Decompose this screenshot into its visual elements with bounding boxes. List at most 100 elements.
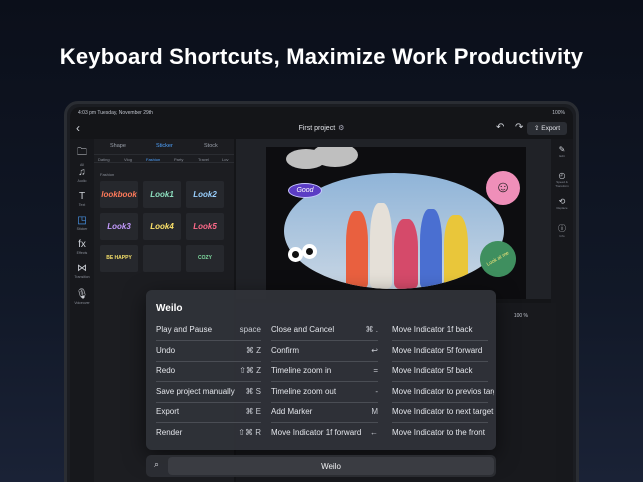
info-icon: ⓘ xyxy=(558,224,566,233)
person-figure xyxy=(346,211,368,289)
tool-label: Edit xyxy=(559,154,565,158)
project-title-label: First project xyxy=(298,125,336,132)
category-heading: Fashion xyxy=(100,172,115,177)
sticker-item[interactable]: COZY xyxy=(186,245,224,272)
folder-icon: 🗀 xyxy=(77,147,87,158)
eyes-sticker[interactable] xyxy=(288,244,318,263)
shortcut-key: ⌘ Z xyxy=(245,345,261,355)
shortcut-action: Move Indicator to next target xyxy=(392,407,494,416)
battery-level: 100% xyxy=(552,110,565,116)
tool-label: Speed & Transform xyxy=(555,180,569,188)
category-fashion[interactable]: Fashion xyxy=(146,157,160,162)
eye-shape xyxy=(288,247,303,262)
sticker-item[interactable]: Look3 xyxy=(100,213,138,240)
tool-folder[interactable]: 🗀 All xyxy=(70,145,94,167)
shortcut-action: Move Indicator to previos targ xyxy=(392,386,494,396)
category-dating[interactable]: Dating xyxy=(98,157,110,162)
shortcut-action: Move Indicator 5f forward xyxy=(392,345,483,355)
sticker-item[interactable]: Look2 xyxy=(186,181,224,208)
pupil-shape xyxy=(292,251,299,258)
tool-voiceover[interactable]: 🎙 Voiceover xyxy=(70,289,94,305)
tool-effects[interactable]: fx Effects xyxy=(70,239,94,255)
status-bar: 4:03 pm Tuesday, November 29th 100% xyxy=(78,110,565,118)
shortcut-key: ⌘ S xyxy=(245,386,261,396)
asset-tabs: Shape Sticker Stock xyxy=(94,141,234,153)
tool-transition[interactable]: ⋈ Transition xyxy=(70,263,94,279)
tab-sticker[interactable]: Sticker xyxy=(156,143,173,149)
status-time: 4:03 pm Tuesday, November 29th xyxy=(78,110,153,116)
shortcut-key: M xyxy=(371,407,378,416)
shortcut-key: ↩ xyxy=(371,345,378,355)
tab-stock[interactable]: Stock xyxy=(204,143,218,149)
tab-shape[interactable]: Shape xyxy=(110,143,126,149)
shortcut-key: ⇧⌘ Z xyxy=(239,366,261,375)
zoom-readout: 100 % xyxy=(513,313,528,319)
tool-label: Replace xyxy=(556,206,568,210)
tool-label: Voiceover xyxy=(74,301,90,305)
sticker-item[interactable]: Look4 xyxy=(143,213,181,240)
shortcut-key: - xyxy=(375,386,378,396)
shortcut-key: space xyxy=(239,325,261,334)
tool-label: Effects xyxy=(76,251,88,255)
tool-info[interactable]: ⓘ Info xyxy=(551,223,573,238)
person-figure xyxy=(370,203,392,289)
search-icon: ⌕ xyxy=(154,459,160,469)
tool-label: Sticker xyxy=(76,227,88,231)
category-vlog[interactable]: Vlog xyxy=(124,157,132,162)
effects-icon: fx xyxy=(78,239,86,250)
sticker-item[interactable]: Look1 xyxy=(143,181,181,208)
top-toolbar: ‹ First project ⚙ ↶ ↷ ⇪ Export xyxy=(70,119,573,139)
music-icon: ♫ xyxy=(78,167,86,178)
tool-edit[interactable]: ✎ Edit xyxy=(551,145,573,158)
good-sticker[interactable]: Good xyxy=(288,183,322,198)
sticker-item[interactable]: BE HAPPY xyxy=(100,245,138,272)
text-icon: T xyxy=(78,191,86,202)
shortcut-key: = xyxy=(373,366,378,375)
gear-icon[interactable]: ⚙ xyxy=(338,125,344,132)
person-figure xyxy=(394,219,418,289)
shortcut-key: ⌘ . xyxy=(365,325,378,334)
redo-icon[interactable]: ↷ xyxy=(515,122,523,133)
tool-label: Transition xyxy=(74,275,90,279)
smiley-sticker[interactable]: ☺ xyxy=(486,171,520,205)
category-love[interactable]: Lov xyxy=(222,157,228,162)
tool-label: Text xyxy=(78,203,86,207)
transition-icon: ⋈ xyxy=(77,263,87,274)
left-tool-column: 🗀 All ♫ Audio T Text ◳ Sticker fx Effects ⋈ Tr… xyxy=(70,139,94,482)
export-label: Export xyxy=(541,125,561,132)
sticker-item[interactable]: lookbook xyxy=(100,181,138,208)
microphone-icon: 🎙 xyxy=(75,289,89,300)
tool-text[interactable]: T Text xyxy=(70,191,94,207)
tool-replace[interactable]: ⟲ Replace xyxy=(551,197,573,210)
shortcut-key: ⌘ E xyxy=(245,407,261,416)
shortcut-action: Move Indicator 5f back xyxy=(392,366,473,375)
shortcut-key: ⇧⌘ R xyxy=(238,427,261,437)
edit-icon: ✎ xyxy=(558,145,566,154)
person-figure xyxy=(444,215,468,289)
tool-audio[interactable]: ♫ Audio xyxy=(70,167,94,183)
replace-icon: ⟲ xyxy=(558,197,566,206)
speed-icon: ◴ xyxy=(558,171,566,180)
export-button[interactable]: ⇪ Export xyxy=(527,122,567,135)
video-preview: Good ☺ Look at me xyxy=(236,139,556,299)
shortcut-action: Move Indicator to the front xyxy=(392,427,485,437)
tool-label: Info xyxy=(559,234,565,238)
page-headline: Keyboard Shortcuts, Maximize Work Produc… xyxy=(59,44,584,69)
sticker-icon: ◳ xyxy=(77,215,87,226)
sticker-item[interactable] xyxy=(143,245,181,272)
pupil-shape xyxy=(306,248,313,255)
search-input[interactable] xyxy=(168,457,494,475)
tool-label: Audio xyxy=(77,179,87,183)
sticker-categories: Dating Vlog Fashion Party Travel Lov xyxy=(94,154,234,163)
tool-sticker[interactable]: ◳ Sticker xyxy=(70,215,94,231)
tool-speed[interactable]: ◴ Speed & Transform xyxy=(551,171,573,188)
search-bar: ⌕ xyxy=(146,455,496,477)
category-travel[interactable]: Travel xyxy=(198,157,209,162)
cloud-shape xyxy=(312,147,358,167)
canvas-stage[interactable]: Good ☺ Look at me xyxy=(266,147,526,299)
shortcut-key: ← xyxy=(370,427,378,437)
eye-shape xyxy=(302,244,317,259)
undo-icon[interactable]: ↶ xyxy=(496,122,504,133)
category-party[interactable]: Party xyxy=(174,157,183,162)
sticker-item[interactable]: Look5 xyxy=(186,213,224,240)
